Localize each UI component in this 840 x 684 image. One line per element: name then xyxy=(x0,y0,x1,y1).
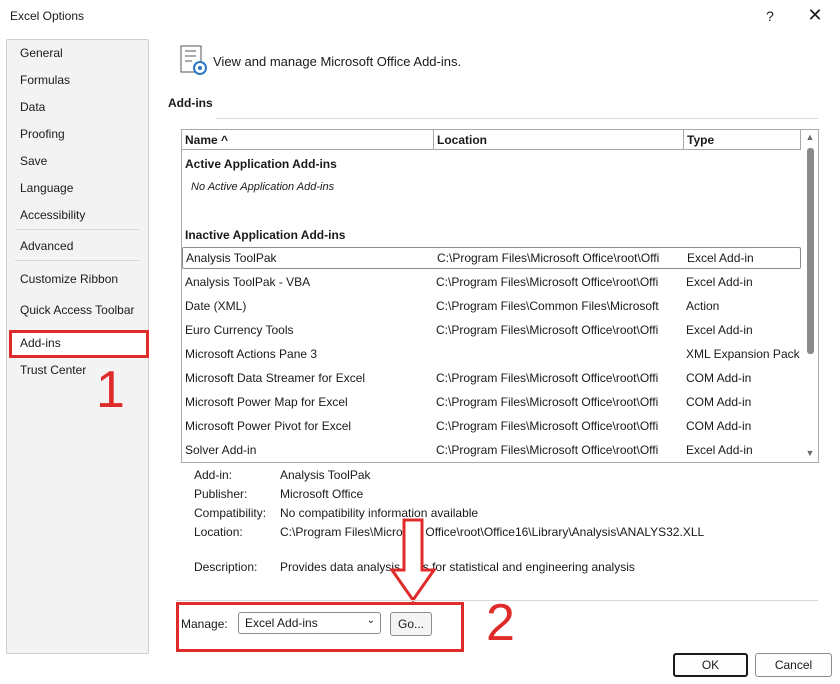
row-location: C:\Program Files\Microsoft Office\root\O… xyxy=(436,323,659,337)
detail-label-addin: Add-in: xyxy=(194,468,233,482)
detail-value-location: C:\Program Files\Microsoft Office\root\O… xyxy=(280,525,705,539)
row-location: C:\Program Files\Microsoft Office\root\O… xyxy=(436,395,659,409)
manage-dropdown-value: Excel Add-ins xyxy=(245,616,318,630)
manage-dropdown[interactable]: Excel Add-ins ⌄ xyxy=(238,612,381,634)
row-type: COM Add-in xyxy=(686,419,752,433)
group-header-active: Active Application Add-ins xyxy=(185,157,337,171)
section-title: Add-ins xyxy=(168,96,213,110)
row-type: COM Add-in xyxy=(686,395,752,409)
row-location: C:\Program Files\Microsoft Office\root\O… xyxy=(436,371,659,385)
detail-label-location: Location: xyxy=(194,525,243,539)
table-row[interactable]: Microsoft Power Pivot for Excel C:\Progr… xyxy=(182,415,801,437)
row-name: Analysis ToolPak - VBA xyxy=(185,275,311,289)
scroll-up-icon[interactable]: ▲ xyxy=(804,132,816,144)
scrollbar-thumb[interactable] xyxy=(807,148,814,354)
row-type: Action xyxy=(686,299,720,313)
row-name: Date (XML) xyxy=(185,299,247,313)
sidebar-item-accessibility[interactable]: Accessibility xyxy=(20,208,85,222)
group-header-inactive: Inactive Application Add-ins xyxy=(185,228,346,242)
detail-value-description: Provides data analysis tools for statist… xyxy=(280,560,635,574)
sidebar-item-add-ins[interactable]: Add-ins xyxy=(20,336,61,350)
table-row[interactable]: Microsoft Power Map for Excel C:\Program… xyxy=(182,391,801,413)
column-header-location[interactable]: Location xyxy=(434,130,684,150)
row-name: Microsoft Actions Pane 3 xyxy=(185,347,318,361)
section-divider xyxy=(216,118,818,119)
sidebar-divider xyxy=(15,229,139,230)
sidebar-item-data[interactable]: Data xyxy=(20,100,45,114)
cancel-button[interactable]: Cancel xyxy=(755,653,832,677)
row-type: COM Add-in xyxy=(686,371,752,385)
row-location: C:\Program Files\Microsoft Office\root\O… xyxy=(436,443,659,457)
detail-value-compatibility: No compatibility information available xyxy=(280,506,479,520)
annotation-step-1: 1 xyxy=(96,361,125,419)
row-location: C:\Program Files\Microsoft Office\root\O… xyxy=(437,251,660,265)
sidebar-item-save[interactable]: Save xyxy=(20,154,47,168)
annotation-arrow-icon xyxy=(390,518,437,603)
detail-value-publisher: Microsoft Office xyxy=(280,487,364,501)
row-location: C:\Program Files\Microsoft Office\root\O… xyxy=(436,275,659,289)
row-type: Excel Add-in xyxy=(686,275,753,289)
row-type: XML Expansion Pack xyxy=(686,347,800,361)
chevron-down-icon: ⌄ xyxy=(366,615,375,626)
close-button[interactable]: ✕ xyxy=(804,4,826,26)
column-header-type[interactable]: Type xyxy=(684,130,801,150)
annotation-step-2: 2 xyxy=(486,594,515,652)
detail-label-description: Description: xyxy=(194,560,258,574)
page-heading: View and manage Microsoft Office Add-ins… xyxy=(213,54,462,69)
table-row[interactable]: Microsoft Actions Pane 3 XML Expansion P… xyxy=(182,343,801,365)
column-header-name[interactable]: Name ^ xyxy=(182,130,434,150)
row-name: Euro Currency Tools xyxy=(185,323,294,337)
row-type: Excel Add-in xyxy=(687,251,754,265)
sidebar-item-customize-ribbon[interactable]: Customize Ribbon xyxy=(20,272,118,286)
group-empty-message: No Active Application Add-ins xyxy=(191,181,335,193)
table-row[interactable]: Analysis ToolPak C:\Program Files\Micros… xyxy=(182,247,801,269)
detail-label-compatibility: Compatibility: xyxy=(194,506,267,520)
help-button[interactable]: ? xyxy=(762,6,778,26)
table-row[interactable]: Solver Add-in C:\Program Files\Microsoft… xyxy=(182,439,801,461)
row-location: C:\Program Files\Common Files\Microsoft xyxy=(436,299,659,313)
sidebar-item-general[interactable]: General xyxy=(20,46,63,60)
manage-label: Manage: xyxy=(181,617,228,631)
row-name: Microsoft Power Map for Excel xyxy=(185,395,348,409)
row-name: Solver Add-in xyxy=(185,443,257,457)
sidebar-divider xyxy=(15,260,139,261)
sidebar-nav: General Formulas Data Proofing Save Lang… xyxy=(6,39,149,654)
scroll-down-icon[interactable]: ▼ xyxy=(804,448,816,460)
sidebar-item-advanced[interactable]: Advanced xyxy=(20,239,73,253)
detail-value-addin: Analysis ToolPak xyxy=(280,468,371,482)
sidebar-item-quick-access-toolbar[interactable]: Quick Access Toolbar xyxy=(20,303,135,317)
table-row[interactable]: Date (XML) C:\Program Files\Common Files… xyxy=(182,295,801,317)
detail-label-publisher: Publisher: xyxy=(194,487,248,501)
table-row[interactable]: Analysis ToolPak - VBA C:\Program Files\… xyxy=(182,271,801,293)
row-name: Microsoft Data Streamer for Excel xyxy=(185,371,366,385)
row-type: Excel Add-in xyxy=(686,443,753,457)
window-title: Excel Options xyxy=(10,9,85,23)
table-row[interactable]: Euro Currency Tools C:\Program Files\Mic… xyxy=(182,319,801,341)
table-scrollbar[interactable]: ▲ ▼ xyxy=(802,130,818,462)
sidebar-item-proofing[interactable]: Proofing xyxy=(20,127,65,141)
addins-gear-icon xyxy=(180,45,210,77)
row-type: Excel Add-in xyxy=(686,323,753,337)
table-row[interactable]: Microsoft Data Streamer for Excel C:\Pro… xyxy=(182,367,801,389)
row-name: Microsoft Power Pivot for Excel xyxy=(185,419,352,433)
go-button[interactable]: Go... xyxy=(390,612,432,636)
sidebar-item-formulas[interactable]: Formulas xyxy=(20,73,70,87)
row-name: Analysis ToolPak xyxy=(186,251,277,265)
row-location: C:\Program Files\Microsoft Office\root\O… xyxy=(436,419,659,433)
sidebar-item-language[interactable]: Language xyxy=(20,181,73,195)
ok-button[interactable]: OK xyxy=(673,653,748,677)
sidebar-item-trust-center[interactable]: Trust Center xyxy=(20,363,86,377)
addins-table: Name ^ Location Type Active Application … xyxy=(181,129,819,463)
